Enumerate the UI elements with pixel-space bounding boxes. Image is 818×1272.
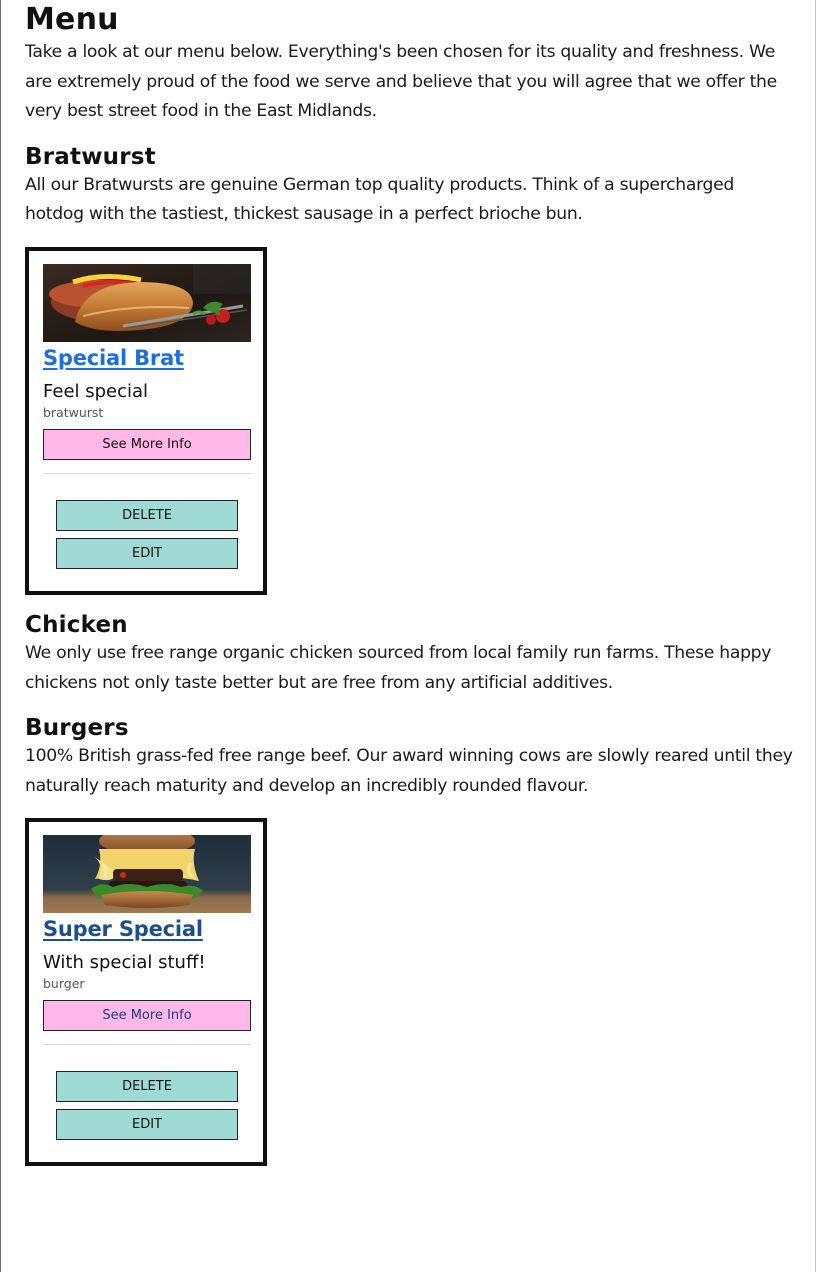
delete-button[interactable]: DELETE — [56, 499, 238, 531]
menu-intro: Take a look at our menu below. Everythin… — [25, 42, 777, 122]
see-more-info-button[interactable]: See More Info — [43, 1000, 251, 1032]
menu-item-card: Super Special With special stuff! burger… — [25, 818, 267, 1167]
section-title-bratwurst: Bratwurst — [25, 143, 156, 170]
menu-item-category: burger — [43, 976, 85, 992]
section-description-burgers: 100% British grass-fed free range beef. … — [25, 746, 793, 796]
card-divider — [43, 1044, 251, 1046]
edit-button[interactable]: EDIT — [56, 537, 238, 569]
menu-item-subtitle: Feel special — [43, 380, 149, 402]
section-description-bratwurst: All our Bratwursts are genuine German to… — [25, 174, 735, 225]
page-title: Menu — [25, 2, 119, 37]
menu-item-category: bratwurst — [43, 404, 104, 420]
bratwurst-image — [43, 263, 251, 342]
burger-image — [43, 835, 251, 914]
menu-item-card: Special Brat Feel special bratwurst See … — [25, 246, 267, 595]
card-divider — [43, 472, 251, 474]
main-content: Menu Take a look at our menu below. Ever… — [25, 0, 795, 1167]
section-description-chicken: We only use free range organic chicken s… — [25, 642, 772, 693]
section-title-burgers: Burgers — [25, 715, 129, 742]
menu-item-subtitle: With special stuff! — [43, 952, 206, 974]
edit-button[interactable]: EDIT — [56, 1109, 238, 1141]
delete-button[interactable]: DELETE — [56, 1071, 238, 1103]
menu-item-title-link[interactable]: Super Special — [43, 915, 249, 943]
menu-item-title-link[interactable]: Special Brat — [43, 344, 249, 372]
section-title-chicken: Chicken — [25, 611, 128, 638]
see-more-info-button[interactable]: See More Info — [43, 428, 251, 460]
